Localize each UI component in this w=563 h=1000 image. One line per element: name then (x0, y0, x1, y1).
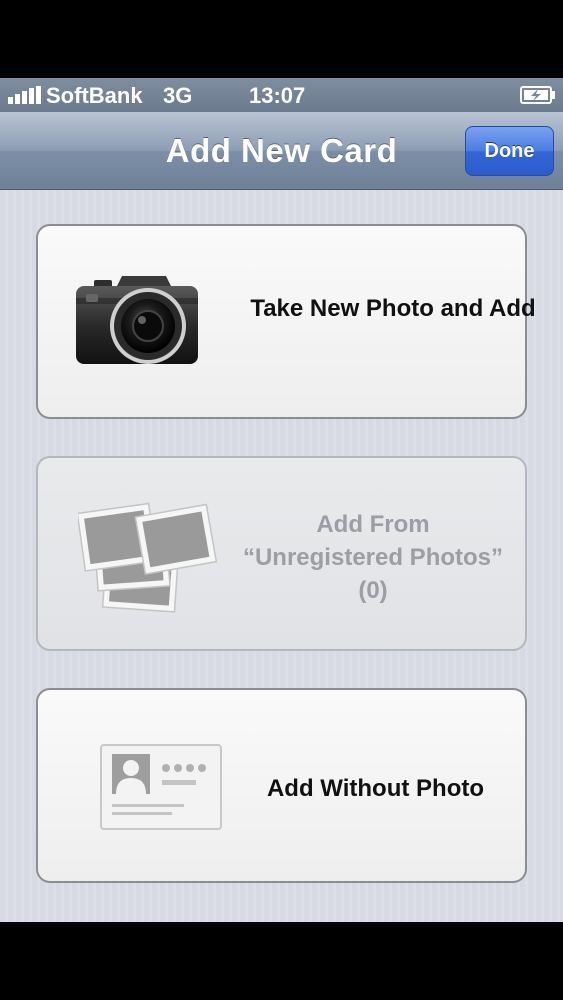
take-new-photo-label: Take New Photo and Add (250, 295, 536, 322)
add-from-line: Add From (316, 511, 430, 538)
unregistered-count: (0) (358, 577, 388, 604)
signal-strength-icon (8, 86, 41, 104)
network-type: 3G (163, 83, 193, 108)
unregistered-photos-line: “Unregistered Photos” (242, 544, 504, 571)
carrier-name: SoftBank (46, 83, 143, 108)
add-without-photo-label: Add Without Photo (266, 775, 485, 802)
battery-charging-icon (520, 86, 555, 104)
add-without-photo-button[interactable]: Add Without Photo (36, 688, 527, 883)
status-time: 13:07 (249, 83, 306, 108)
navigation-bar: Add New Card Done (0, 112, 563, 190)
camera-icon (76, 276, 198, 364)
status-bar: SoftBank 3G 13:07 (0, 78, 563, 112)
add-from-unregistered-label: Add From “Unregistered Photos” (0) (218, 508, 528, 607)
add-from-unregistered-photos-button[interactable]: Add From “Unregistered Photos” (0) (36, 456, 527, 651)
photos-stack-icon (78, 502, 218, 613)
id-card-icon (100, 744, 222, 830)
done-button[interactable]: Done (465, 126, 554, 176)
letterbox-bottom (0, 922, 563, 1000)
take-new-photo-button[interactable]: Take New Photo and Add (36, 224, 536, 419)
screen: SoftBank 3G 13:07 Add New Card Done Take… (0, 78, 563, 922)
options-list: Take New Photo and Add Add From “Unregis… (0, 190, 563, 922)
letterbox-top (0, 0, 563, 78)
